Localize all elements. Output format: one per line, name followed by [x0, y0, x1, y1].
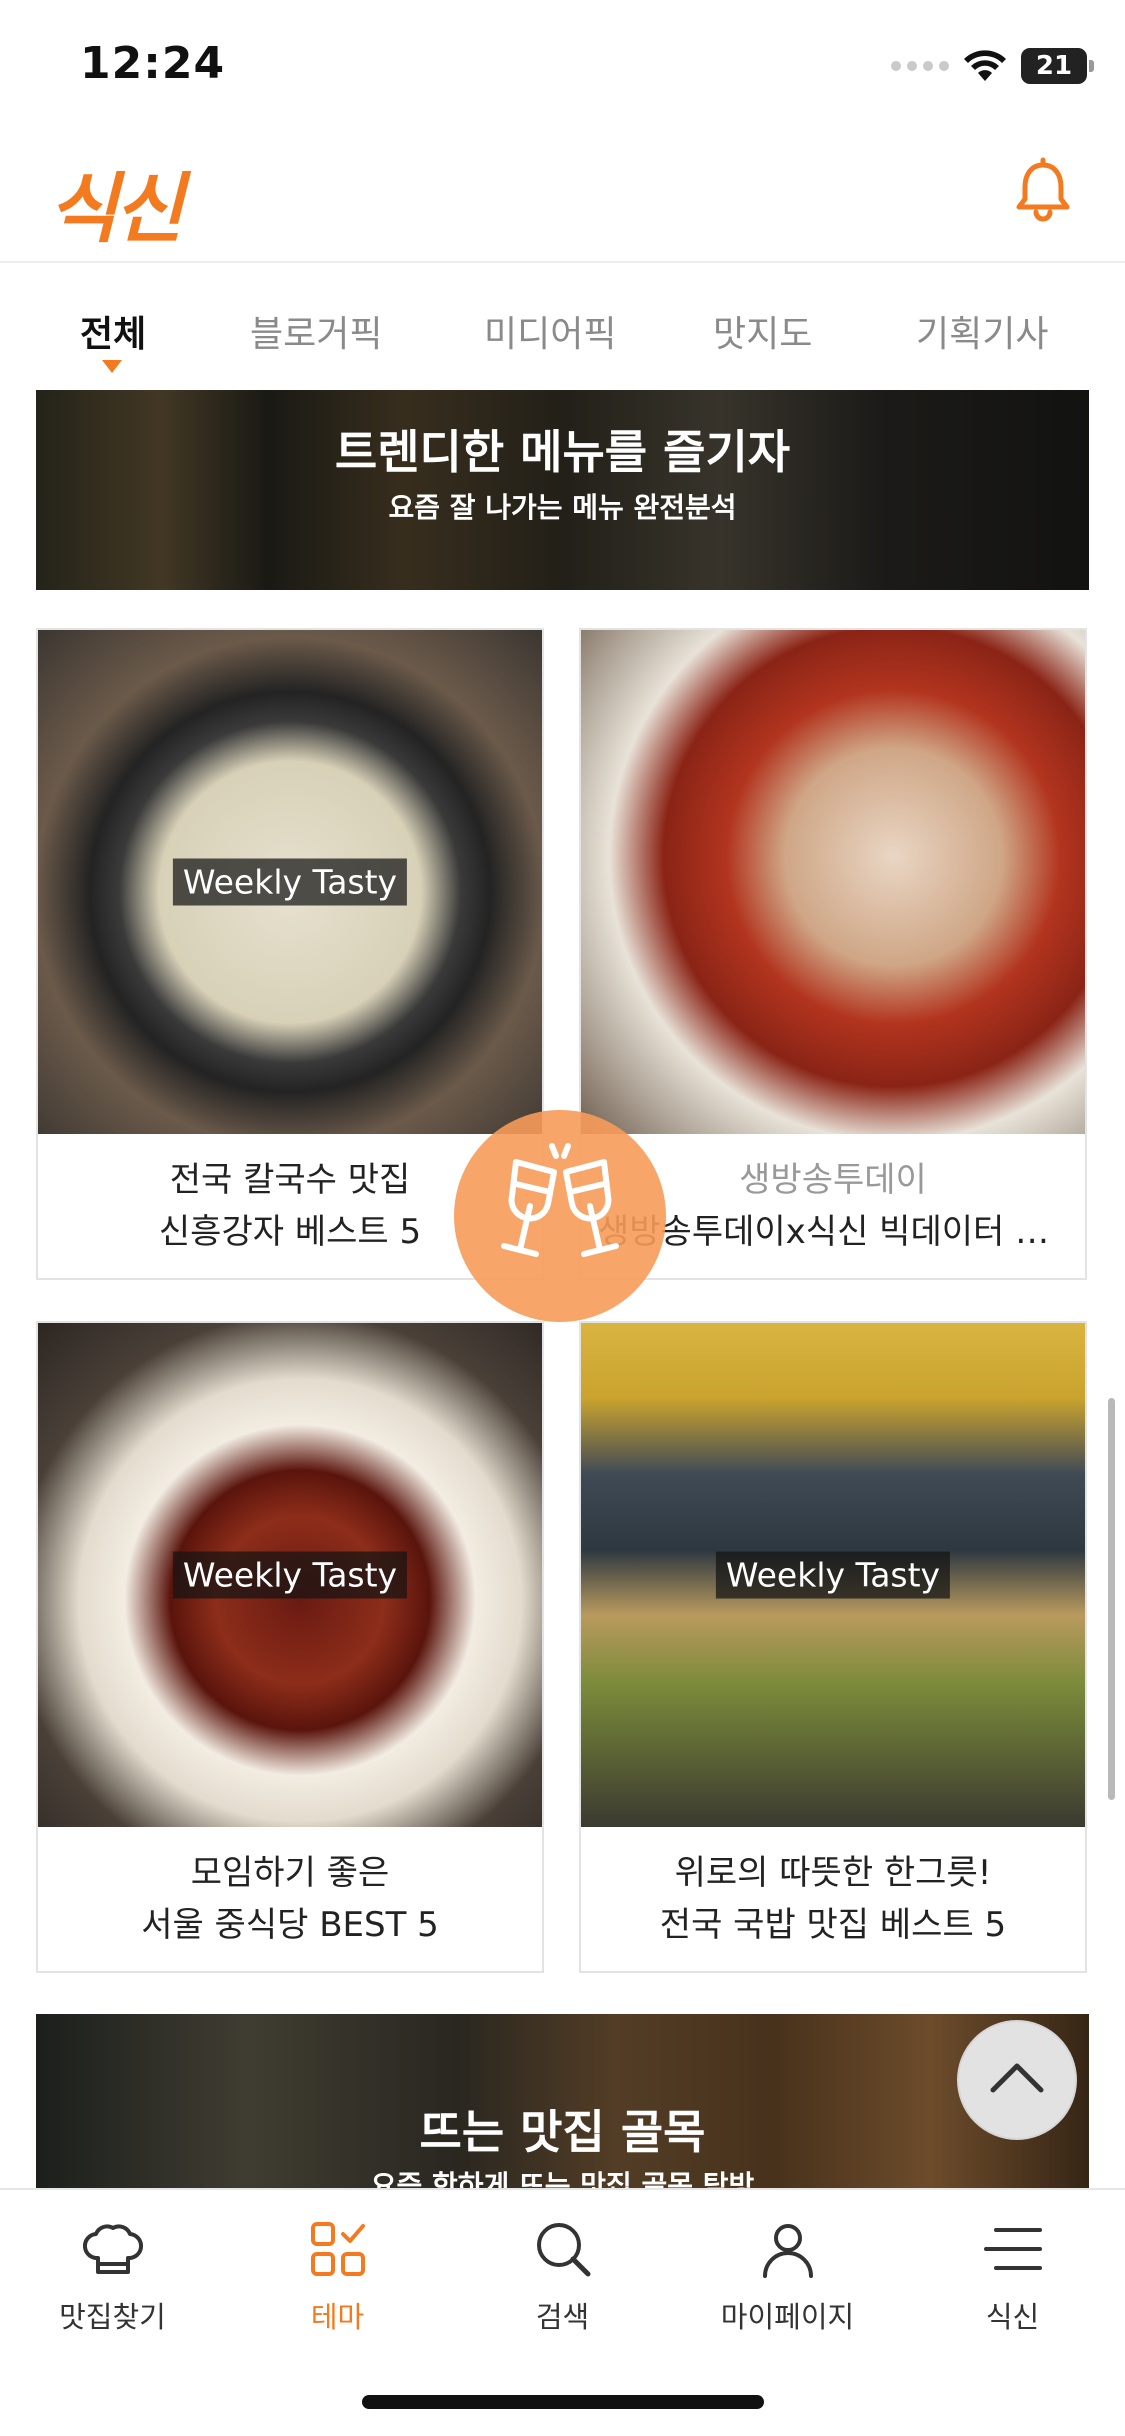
card-title-line2: 생방송투데이x식신 빅데이터 맛집	[598, 1212, 1068, 1252]
status-bar: 12:24 21	[0, 0, 1125, 135]
card-title-line2: 신흥강자 베스트 5	[158, 1212, 422, 1252]
theme-grid-icon	[310, 2222, 365, 2276]
status-time: 12:24	[80, 38, 226, 89]
person-icon	[762, 2224, 813, 2278]
banner-title: 트렌디한 메뉴를 즐기자	[334, 425, 791, 479]
cheers-glasses-icon	[501, 1143, 619, 1257]
weekly-tasty-badge: Weekly Tasty	[172, 1551, 408, 1599]
banner-title: 뜨는 맛집 골목	[419, 2105, 706, 2159]
card-image	[581, 630, 1085, 1134]
nav-label: 검색	[535, 2300, 590, 2334]
nav-label: 맛집찾기	[59, 2300, 166, 2334]
home-indicator[interactable]	[362, 2395, 764, 2409]
category-tabs: 전체 블로거픽 미디어픽 맛지도 기획기사	[0, 265, 1125, 375]
nav-theme[interactable]: 테마	[225, 2214, 450, 2344]
theme-card-gukbap[interactable]: Weekly Tasty 위로의 따뜻한 한그릇! 전국 국밥 맛집 베스트 5	[579, 1321, 1087, 1973]
tab-media-pick[interactable]: 미디어픽	[484, 305, 616, 357]
floating-cheers-button[interactable]	[454, 1110, 666, 1322]
status-icons: 21	[891, 48, 1094, 84]
card-title-line1: 위로의 따뜻한 한그릇!	[674, 1853, 992, 1893]
nav-search[interactable]: 검색	[450, 2214, 675, 2344]
wifi-icon	[964, 50, 1006, 81]
tab-map[interactable]: 맛지도	[713, 305, 812, 357]
siksin-logo[interactable]: 식신	[48, 147, 184, 257]
nav-label: 테마	[310, 2300, 365, 2334]
nav-label: 마이페이지	[720, 2300, 855, 2334]
banner-subtitle: 요즘 잘 나가는 메뉴 완전분석	[388, 491, 737, 524]
active-tab-indicator	[102, 360, 122, 373]
card-image: Weekly Tasty	[38, 630, 542, 1134]
tab-features[interactable]: 기획기사	[916, 305, 1048, 357]
banner-subtitle: 요즘 핫하게 뜨는 맛집 골목 탐방	[370, 2169, 755, 2188]
card-title-line1: 생방송투데이	[739, 1160, 927, 1200]
tab-blogger-pick[interactable]: 블로거픽	[250, 305, 382, 357]
theme-card-chinese[interactable]: Weekly Tasty 모임하기 좋은 서울 중식당 BEST 5	[36, 1321, 544, 1973]
nav-siksin-menu[interactable]: 식신	[900, 2214, 1125, 2344]
chevron-up-icon	[990, 2063, 1044, 2093]
card-title-line1: 전국 칼국수 맛집	[169, 1160, 411, 1200]
card-title-line2: 서울 중식당 BEST 5	[141, 1905, 439, 1945]
nav-label: 식신	[985, 2300, 1040, 2334]
battery-indicator: 21	[1021, 48, 1094, 84]
bell-icon[interactable]	[1009, 157, 1077, 225]
weekly-tasty-badge: Weekly Tasty	[172, 858, 408, 906]
hot-alley-banner[interactable]: 뜨는 맛집 골목 요즘 핫하게 뜨는 맛집 골목 탐방	[36, 2014, 1089, 2188]
card-title-line2: 전국 국밥 맛집 베스트 5	[659, 1905, 1007, 1945]
scrollbar[interactable]	[1108, 1398, 1115, 1800]
card-title-line1: 모임하기 좋은	[190, 1853, 390, 1893]
card-image: Weekly Tasty	[38, 1323, 542, 1827]
trendy-menu-banner[interactable]: 트렌디한 메뉴를 즐기자 요즘 잘 나가는 메뉴 완전분석	[36, 390, 1089, 590]
nav-find-restaurant[interactable]: 맛집찾기	[0, 2214, 225, 2344]
search-icon	[536, 2223, 590, 2277]
scroll-to-top-button[interactable]	[957, 2020, 1077, 2140]
card-image: Weekly Tasty	[581, 1323, 1085, 1827]
app-header: 식신	[0, 135, 1125, 263]
cellular-signal-icon	[891, 61, 949, 71]
chef-hat-icon	[82, 2224, 143, 2274]
nav-my-page[interactable]: 마이페이지	[675, 2214, 900, 2344]
menu-icon	[983, 2228, 1042, 2270]
tab-all[interactable]: 전체	[80, 305, 146, 357]
weekly-tasty-badge: Weekly Tasty	[715, 1551, 951, 1599]
